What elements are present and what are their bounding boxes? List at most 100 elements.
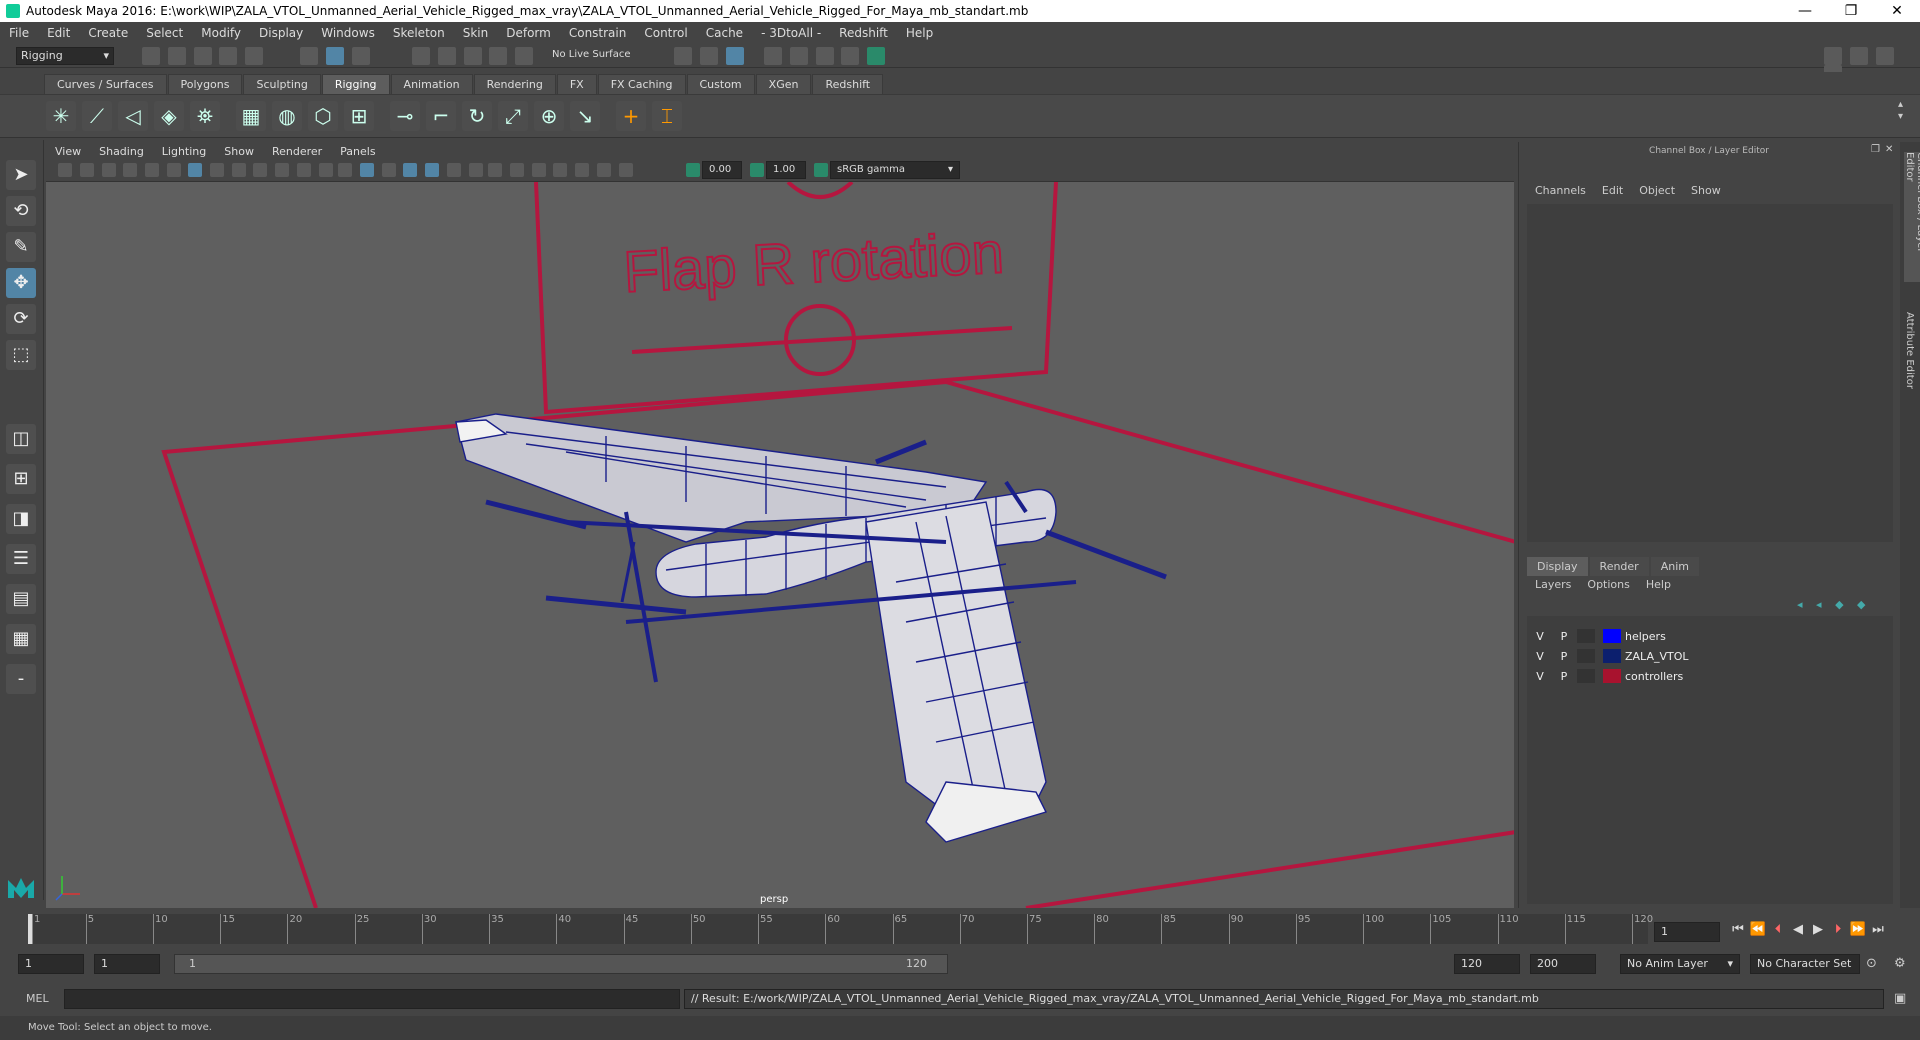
scale-constraint-icon[interactable]: ⤢	[498, 101, 528, 131]
anim-layer-dropdown[interactable]: No Anim Layer ▾	[1620, 954, 1740, 974]
render-settings-icon[interactable]	[841, 47, 860, 65]
layer-playback-toggle[interactable]: P	[1555, 670, 1573, 683]
panel-menu-shading[interactable]: Shading	[90, 145, 153, 158]
tab-display[interactable]: Display	[1527, 557, 1588, 576]
panel-menu-panels[interactable]: Panels	[331, 145, 384, 158]
move-tool-icon[interactable]: ✥	[6, 268, 36, 298]
channel-box-toggle-icon[interactable]	[1875, 47, 1894, 65]
tab-rigging[interactable]: Rigging	[321, 74, 390, 94]
new-layer-icon[interactable]: ◆	[1835, 598, 1843, 611]
single-perspective-layout-icon[interactable]: ◫	[6, 424, 36, 454]
script-editor-icon[interactable]: ▣	[1894, 991, 1906, 1006]
shadows-icon[interactable]	[468, 162, 483, 177]
two-view-layout-icon[interactable]: ◨	[6, 504, 36, 534]
new-layer-selected-icon[interactable]: ◆	[1857, 598, 1865, 611]
wireframe-icon[interactable]	[338, 162, 352, 177]
tab-curves-surfaces[interactable]: Curves / Surfaces	[44, 74, 167, 94]
float-panel-icon[interactable]: ❐	[1871, 144, 1880, 155]
tab-anim[interactable]: Anim	[1650, 557, 1699, 576]
ipr-render-icon[interactable]	[815, 47, 834, 65]
camera-select-icon[interactable]	[58, 162, 72, 177]
menu-constrain[interactable]: Constrain	[560, 26, 636, 40]
new-scene-icon[interactable]	[142, 47, 160, 65]
layer-color-swatch[interactable]	[1603, 669, 1621, 683]
safe-title-icon[interactable]	[318, 162, 333, 177]
aim-constraint-icon[interactable]: ⌐	[426, 101, 456, 131]
options-menu[interactable]: Options	[1579, 578, 1637, 591]
mode-dropdown[interactable]: Rigging ▾	[16, 47, 114, 65]
point-constraint-icon[interactable]: ⊸	[390, 101, 420, 131]
bookmark-icon[interactable]	[101, 162, 116, 177]
xray-joints-icon[interactable]	[618, 162, 633, 177]
layer-color-swatch[interactable]	[1603, 649, 1621, 663]
save-scene-icon[interactable]	[193, 47, 212, 65]
modeling-toolkit-icon[interactable]	[1824, 47, 1842, 65]
wireframe-on-shaded-icon[interactable]	[403, 162, 418, 177]
step-back-key-icon[interactable]: ⏪	[1748, 922, 1768, 937]
close-button[interactable]: ✕	[1874, 3, 1920, 19]
hypershade-layout-icon[interactable]: ▦	[6, 624, 36, 654]
field-chart-icon[interactable]	[275, 162, 290, 177]
shelf-scroll-icon[interactable]: ▴ ▾	[1898, 99, 1903, 123]
hypershade-icon[interactable]	[867, 47, 886, 65]
render-frame-icon[interactable]	[789, 47, 808, 65]
panel-menu-view[interactable]: View	[46, 145, 90, 158]
construction-history-icon[interactable]	[725, 47, 744, 65]
default-material-icon[interactable]	[381, 162, 396, 177]
orient-constraint-icon[interactable]: ↻	[462, 101, 492, 131]
joint-tool-icon[interactable]: ✳	[46, 101, 76, 131]
minimize-button[interactable]: —	[1782, 3, 1828, 19]
object-menu[interactable]: Object	[1631, 184, 1683, 197]
snap-curve-icon[interactable]	[437, 47, 456, 65]
bind-skin-icon[interactable]: ▦	[236, 101, 266, 131]
grease-pencil-icon[interactable]	[167, 162, 182, 177]
anim-start-field[interactable]: 1	[18, 954, 84, 974]
show-menu[interactable]: Show	[1683, 184, 1729, 197]
cluster-icon[interactable]: ⊞	[344, 101, 374, 131]
playback-end-field[interactable]: 120	[1454, 954, 1520, 974]
snap-grid-icon[interactable]	[412, 47, 430, 65]
tab-rendering[interactable]: Rendering	[473, 74, 556, 94]
ik-fk-switch-icon[interactable]: ⌶	[652, 101, 682, 131]
menu-windows[interactable]: Windows	[312, 26, 384, 40]
tab-custom[interactable]: Custom	[686, 74, 755, 94]
tab-sculpting[interactable]: Sculpting	[243, 74, 321, 94]
layer-row[interactable]: V P helpers	[1531, 626, 1891, 646]
layer-type-toggle[interactable]	[1577, 649, 1595, 663]
paint-select-icon[interactable]: ✎	[6, 232, 36, 262]
tab-render[interactable]: Render	[1589, 557, 1649, 576]
redo-icon[interactable]	[245, 47, 264, 65]
go-to-end-icon[interactable]: ⏭	[1868, 922, 1888, 937]
step-forward-key-icon[interactable]: ⏩	[1848, 922, 1868, 937]
locator-icon[interactable]: +	[616, 101, 646, 131]
color-space-dropdown[interactable]: sRGB gamma ▾	[830, 161, 960, 179]
layer-type-toggle[interactable]	[1577, 669, 1595, 683]
viewport-persp[interactable]: Flap R rotation persp	[46, 182, 1514, 908]
panel-menu-renderer[interactable]: Renderer	[263, 145, 331, 158]
gamma-icon[interactable]	[750, 163, 764, 177]
menu-display[interactable]: Display	[250, 26, 312, 40]
layer-visibility-toggle[interactable]: V	[1531, 670, 1549, 683]
four-view-layout-icon[interactable]: ⊞	[6, 464, 36, 494]
menu-help[interactable]: Help	[897, 26, 942, 40]
snap-point-icon[interactable]	[463, 47, 482, 65]
command-input[interactable]	[64, 989, 680, 1009]
tab-polygons[interactable]: Polygons	[167, 74, 243, 94]
edit-menu[interactable]: Edit	[1594, 184, 1631, 197]
scale-tool-icon[interactable]: ⬚	[6, 340, 36, 370]
textured-icon[interactable]	[425, 162, 440, 177]
move-layer-down-icon[interactable]: ◂	[1816, 598, 1822, 611]
play-forward-icon[interactable]: ▶	[1808, 922, 1828, 937]
layer-playback-toggle[interactable]: P	[1555, 630, 1573, 643]
menu-3dtoall[interactable]: - 3DtoAll -	[752, 26, 830, 40]
menu-file[interactable]: File	[0, 26, 38, 40]
input-ops-icon[interactable]	[674, 47, 692, 65]
attribute-editor-toggle-icon[interactable]	[1849, 47, 1868, 65]
layers-menu[interactable]: Layers	[1519, 578, 1579, 591]
step-forward-frame-icon[interactable]: ⏵	[1828, 922, 1848, 937]
image-plane-icon[interactable]	[123, 162, 138, 177]
camera-attr-icon[interactable]	[79, 162, 94, 177]
layer-color-swatch[interactable]	[1603, 629, 1621, 643]
2d-pan-zoom-icon[interactable]	[145, 162, 160, 177]
channel-box-area[interactable]	[1527, 204, 1893, 542]
